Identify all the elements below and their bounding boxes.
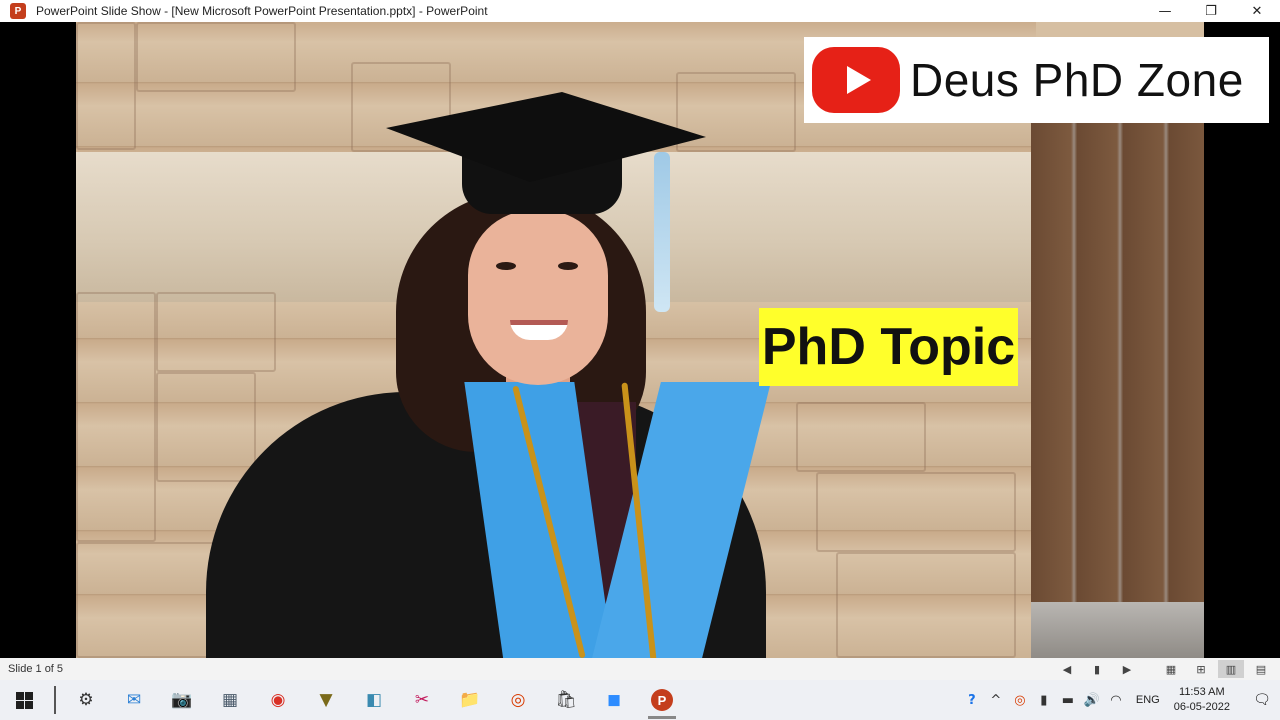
tassel <box>654 152 670 312</box>
clock[interactable]: 11:53 AM 06-05-2022 <box>1174 685 1230 715</box>
show-hidden-icons-chevron-icon[interactable]: ^ <box>984 680 1008 720</box>
store-icon[interactable]: 🛍 <box>542 680 590 720</box>
powerpoint-icon: P <box>651 689 673 711</box>
snipping-tool-icon[interactable]: ✂ <box>398 680 446 720</box>
reading-view-button[interactable]: ▥ <box>1218 660 1244 678</box>
office-app-icon[interactable]: ◎ <box>494 680 542 720</box>
slideshow-controls: ◀ ▮ ▶ ▦ ⊞ ▥ ▤ <box>1054 658 1274 680</box>
notification-center-icon[interactable]: 🗨 <box>1244 680 1280 720</box>
slideshow-status-bar: Slide 1 of 5 ◀ ▮ ▶ ▦ ⊞ ▥ ▤ <box>0 658 1280 680</box>
window-title: PowerPoint Slide Show - [New Microsoft P… <box>36 4 488 18</box>
left-eye <box>496 262 516 270</box>
slide-menu-button[interactable]: ▮ <box>1084 660 1110 678</box>
topic-label: PhD Topic <box>759 308 1018 386</box>
app-9-icon[interactable]: ▼ <box>302 680 350 720</box>
window-controls: — ❐ ✕ <box>1142 0 1280 22</box>
close-button[interactable]: ✕ <box>1234 0 1280 22</box>
channel-banner: Deus PhD Zone <box>804 37 1269 123</box>
stone-block <box>816 472 1016 552</box>
stone-block <box>76 542 216 658</box>
language-indicator[interactable]: ENG <box>1136 694 1160 706</box>
windows-logo-icon <box>15 691 33 709</box>
clock-time: 11:53 AM <box>1179 686 1225 698</box>
stone-block <box>76 292 156 542</box>
system-tray: ? ^ ◎ ▮ ▬ 🔊 ◠ ENG 11:53 AM 06-05-2022 🗨 <box>960 680 1280 720</box>
stone-block <box>836 552 1016 658</box>
normal-view-button[interactable]: ▦ <box>1158 660 1184 678</box>
slide-show-button[interactable]: ▤ <box>1248 660 1274 678</box>
battery-icon[interactable]: ▬ <box>1056 680 1080 720</box>
camera-icon[interactable]: 📷 <box>158 680 206 720</box>
file-explorer-icon[interactable]: 📁 <box>446 680 494 720</box>
next-slide-button[interactable]: ▶ <box>1114 660 1140 678</box>
stone-block <box>796 402 926 472</box>
office-tray-icon[interactable]: ◎ <box>1008 680 1032 720</box>
stone-block <box>76 22 136 150</box>
taskbar-divider <box>54 686 56 714</box>
wifi-icon[interactable]: ◠ <box>1104 680 1128 720</box>
powerpoint-app-icon: P <box>10 3 26 19</box>
right-eye <box>558 262 578 270</box>
windows-taskbar: ⚙ ✉ 📷 ▦ ◉ ▼ ◧ ✂ 📁 ◎ 🛍 ◼ P ? ^ ◎ ▮ ▬ 🔊 ◠ … <box>0 680 1280 720</box>
window-title-bar: P PowerPoint Slide Show - [New Microsoft… <box>0 0 1280 22</box>
clock-date: 06-05-2022 <box>1173 701 1230 713</box>
help-icon[interactable]: ? <box>960 680 984 720</box>
zoom-icon[interactable]: ◼ <box>590 680 638 720</box>
wooden-panel <box>1031 102 1204 658</box>
slide-counter: Slide 1 of 5 <box>8 663 64 675</box>
youtube-logo-icon <box>812 47 900 113</box>
graduate-photo <box>206 82 786 658</box>
pen-app-icon[interactable]: ◧ <box>350 680 398 720</box>
concrete-base <box>1031 602 1204 658</box>
minimize-button[interactable]: — <box>1142 0 1188 22</box>
previous-slide-button[interactable]: ◀ <box>1054 660 1080 678</box>
settings-icon[interactable]: ⚙ <box>62 680 110 720</box>
topic-text: PhD Topic <box>761 318 1016 376</box>
powerpoint-taskbar-icon[interactable]: P <box>638 680 686 720</box>
volume-icon[interactable]: 🔊 <box>1080 680 1104 720</box>
mail-app-icon[interactable]: ✉ <box>110 680 158 720</box>
start-button[interactable] <box>0 680 48 720</box>
calculator-icon[interactable]: ▦ <box>206 680 254 720</box>
slide-show-stage[interactable]: PhD Topic Deus PhD Zone <box>0 22 1280 658</box>
microphone-icon[interactable]: ▮ <box>1032 680 1056 720</box>
channel-name: Deus PhD Zone <box>910 54 1244 106</box>
chrome-icon[interactable]: ◉ <box>254 680 302 720</box>
restore-button[interactable]: ❐ <box>1188 0 1234 22</box>
slide-sorter-button[interactable]: ⊞ <box>1188 660 1214 678</box>
face <box>468 210 608 385</box>
